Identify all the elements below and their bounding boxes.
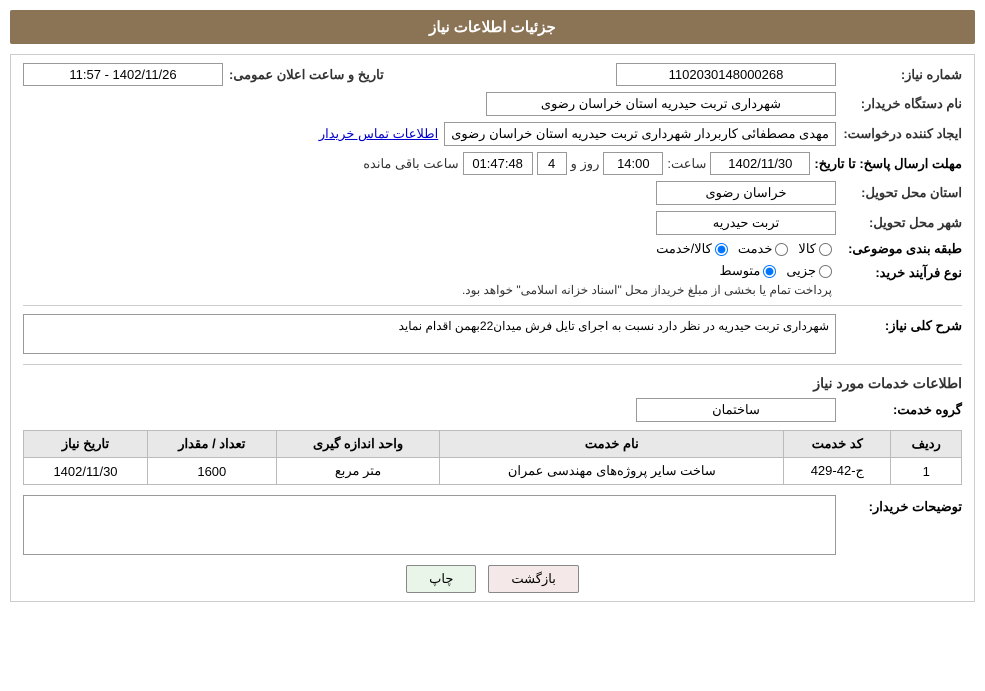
proc-motavaset-label: متوسط bbox=[719, 263, 760, 279]
proc-options: جزیی متوسط پرداخت تمام یا بخشی از مبلغ خ… bbox=[462, 263, 832, 297]
row-creator: ایجاد کننده درخواست: مهدی مصطفائی کاربرد… bbox=[23, 122, 962, 146]
row-category: طبقه بندی موضوعی: کالا خدمت کالا/خدمت bbox=[23, 241, 962, 257]
services-title: اطلاعات خدمات مورد نیاز bbox=[23, 375, 962, 392]
th-date: تاریخ نیاز bbox=[24, 431, 148, 458]
deadline-time-label: ساعت: bbox=[667, 156, 706, 172]
header-title: جزئیات اطلاعات نیاز bbox=[429, 19, 556, 36]
proc-jazyi-label: جزیی bbox=[786, 263, 816, 279]
row-shem-announce: شماره نیاز: 1102030148000268 تاریخ و ساع… bbox=[23, 63, 962, 86]
cell-name: ساخت سایر پروژه‌های مهندسی عمران bbox=[440, 458, 784, 485]
back-button[interactable]: بازگشت bbox=[488, 565, 578, 593]
category-label: طبقه بندی موضوعی: bbox=[842, 241, 962, 257]
proc-label: نوع فرآیند خرید: bbox=[842, 263, 962, 281]
category-khadamat-label: خدمت bbox=[738, 241, 773, 257]
deadline-remaining-label: ساعت باقی مانده bbox=[363, 156, 458, 172]
proc-options-row: جزیی متوسط bbox=[462, 263, 832, 279]
cell-unit: متر مربع bbox=[276, 458, 440, 485]
table-row: 1 ج-42-429 ساخت سایر پروژه‌های مهندسی عم… bbox=[24, 458, 962, 485]
row-org: نام دستگاه خریدار: شهرداری تربت حیدریه ا… bbox=[23, 92, 962, 116]
services-table: ردیف کد خدمت نام خدمت واحد اندازه گیری ت… bbox=[23, 430, 962, 485]
row-province: استان محل تحویل: خراسان رضوی bbox=[23, 181, 962, 205]
sharh-label: شرح کلی نیاز: bbox=[842, 314, 962, 334]
row-proc: نوع فرآیند خرید: جزیی متوسط پرداخت تمام … bbox=[23, 263, 962, 297]
th-unit: واحد اندازه گیری bbox=[276, 431, 440, 458]
proc-note: پرداخت تمام یا بخشی از مبلغ خریداز محل "… bbox=[462, 283, 832, 297]
page-header: جزئیات اطلاعات نیاز bbox=[10, 10, 975, 44]
announce-label: تاریخ و ساعت اعلان عمومی: bbox=[229, 67, 384, 83]
deadline-date: 1402/11/30 bbox=[710, 152, 810, 175]
th-name: نام خدمت bbox=[440, 431, 784, 458]
cell-code: ج-42-429 bbox=[784, 458, 891, 485]
sharh-value: شهرداری تربت حیدریه در نظر دارد نسبت به … bbox=[23, 314, 836, 354]
city-value: تربت حیدریه bbox=[656, 211, 836, 235]
category-khadamat-radio[interactable] bbox=[775, 243, 788, 256]
deadline-days-label: روز و bbox=[571, 156, 600, 172]
shem-value: 1102030148000268 bbox=[616, 63, 836, 86]
group-value: ساختمان bbox=[636, 398, 836, 422]
row-city: شهر محل تحویل: تربت حیدریه bbox=[23, 211, 962, 235]
cell-row: 1 bbox=[891, 458, 962, 485]
deadline-label: مهلت ارسال پاسخ: تا تاریخ: bbox=[814, 156, 962, 172]
tawzihat-label: توضیحات خریدار: bbox=[842, 495, 962, 515]
category-kala-item: کالا bbox=[798, 241, 832, 257]
th-row: ردیف bbox=[891, 431, 962, 458]
shem-label: شماره نیاز: bbox=[842, 67, 962, 83]
proc-jazyi-radio[interactable] bbox=[819, 265, 832, 278]
deadline-time: 14:00 bbox=[603, 152, 663, 175]
org-label: نام دستگاه خریدار: bbox=[842, 96, 962, 112]
table-header-row: ردیف کد خدمت نام خدمت واحد اندازه گیری ت… bbox=[24, 431, 962, 458]
tawzihat-box bbox=[23, 495, 836, 555]
deadline-remaining: 01:47:48 bbox=[463, 152, 533, 175]
row-group: گروه خدمت: ساختمان bbox=[23, 398, 962, 422]
cell-date: 1402/11/30 bbox=[24, 458, 148, 485]
province-value: خراسان رضوی bbox=[656, 181, 836, 205]
row-sharh: شرح کلی نیاز: شهرداری تربت حیدریه در نظر… bbox=[23, 314, 962, 354]
category-kala-label: کالا bbox=[798, 241, 816, 257]
divider-1 bbox=[23, 305, 962, 306]
contact-link[interactable]: اطلاعات تماس خریدار bbox=[319, 126, 438, 142]
buttons-row: بازگشت چاپ bbox=[23, 565, 962, 593]
category-kala-khadamat-label: کالا/خدمت bbox=[656, 241, 712, 257]
province-label: استان محل تحویل: bbox=[842, 185, 962, 201]
category-kala-khadamat-item: کالا/خدمت bbox=[656, 241, 728, 257]
deadline-days: 4 bbox=[537, 152, 567, 175]
category-kala-radio[interactable] bbox=[819, 243, 832, 256]
org-value: شهرداری تربت حیدریه استان خراسان رضوی bbox=[486, 92, 836, 116]
creator-label: ایجاد کننده درخواست: bbox=[842, 126, 962, 142]
category-khadamat-item: خدمت bbox=[738, 241, 789, 257]
proc-motavaset-radio[interactable] bbox=[763, 265, 776, 278]
main-content: شماره نیاز: 1102030148000268 تاریخ و ساع… bbox=[10, 54, 975, 602]
creator-value: مهدی مصطفائی کاربردار شهرداری تربت حیدری… bbox=[444, 122, 836, 146]
print-button[interactable]: چاپ bbox=[406, 565, 476, 593]
th-qty: تعداد / مقدار bbox=[147, 431, 276, 458]
th-code: کد خدمت bbox=[784, 431, 891, 458]
city-label: شهر محل تحویل: bbox=[842, 215, 962, 231]
proc-motavaset-item: متوسط bbox=[719, 263, 776, 279]
cell-qty: 1600 bbox=[147, 458, 276, 485]
group-label: گروه خدمت: bbox=[842, 402, 962, 418]
proc-jazyi-item: جزیی bbox=[786, 263, 832, 279]
row-tawzihat: توضیحات خریدار: bbox=[23, 495, 962, 555]
divider-2 bbox=[23, 364, 962, 365]
category-kala-khadamat-radio[interactable] bbox=[715, 243, 728, 256]
announce-value: 1402/11/26 - 11:57 bbox=[23, 63, 223, 86]
row-deadline: مهلت ارسال پاسخ: تا تاریخ: 1402/11/30 سا… bbox=[23, 152, 962, 175]
